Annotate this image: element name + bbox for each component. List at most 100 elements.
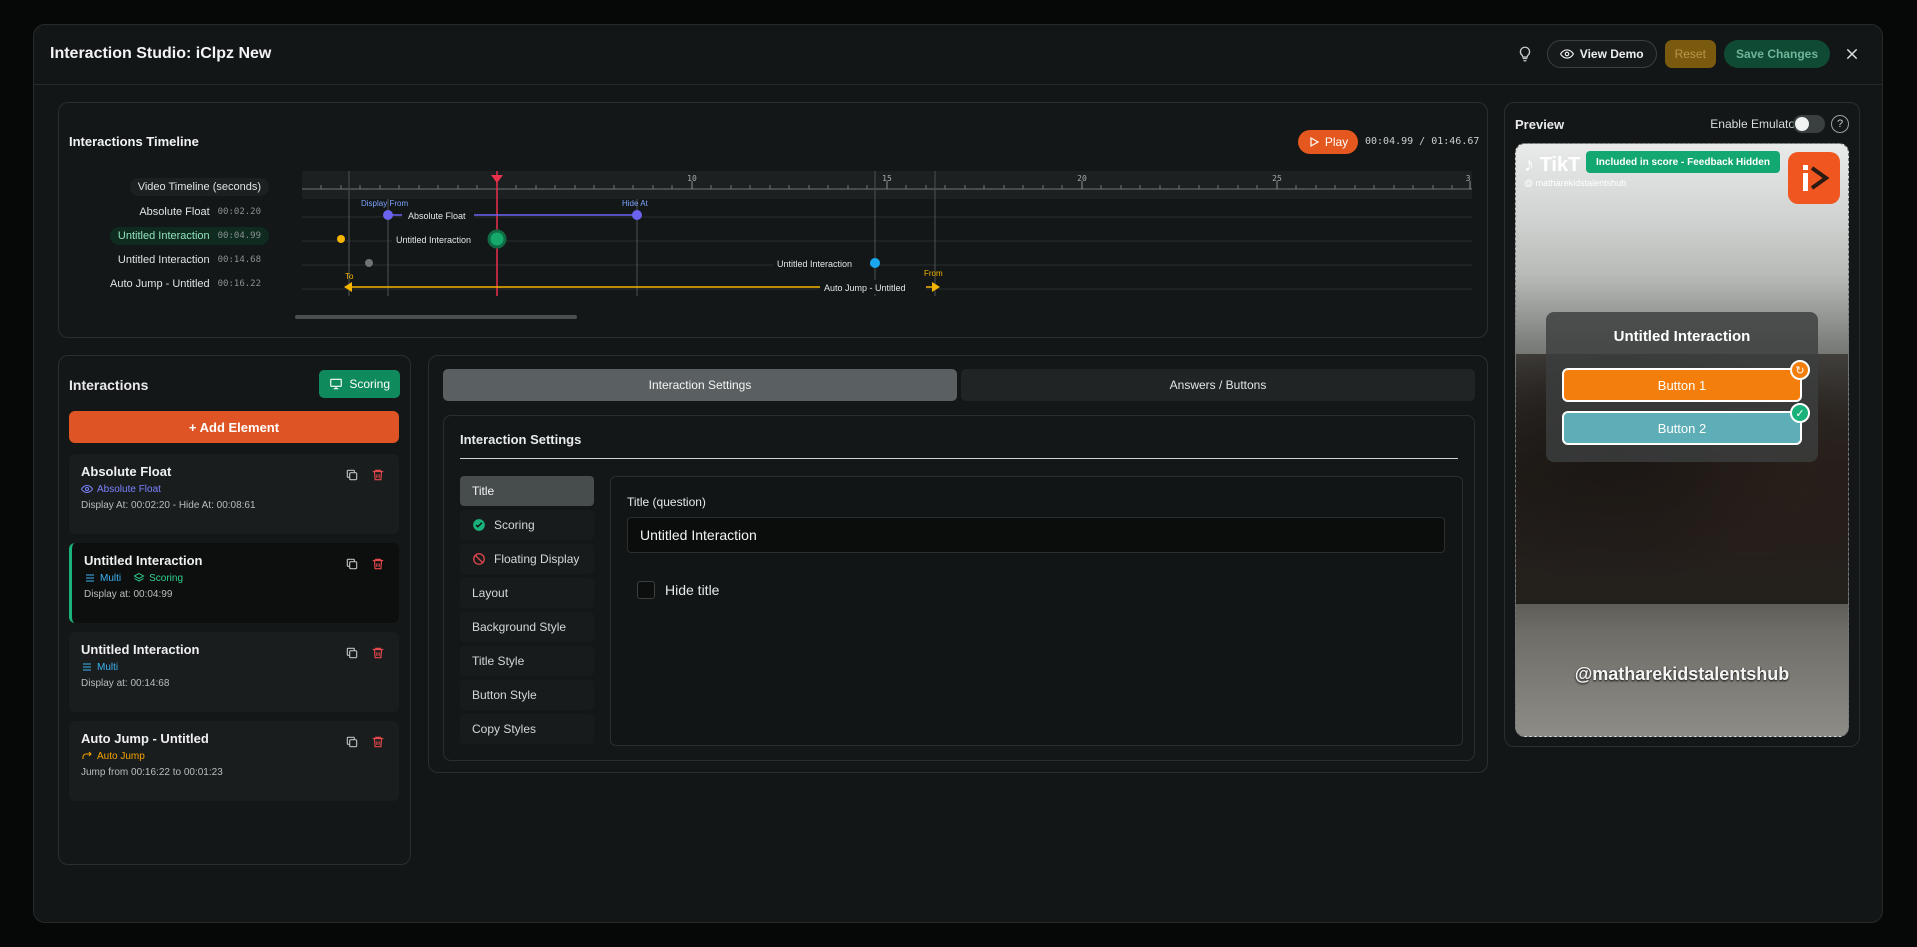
scoring-label: Scoring [349, 377, 390, 391]
jump-from-label: From [924, 269, 943, 278]
copy-icon[interactable] [345, 557, 359, 571]
trash-icon[interactable] [371, 557, 385, 571]
view-demo-button[interactable]: View Demo [1546, 40, 1657, 68]
hide-title-checkbox[interactable] [637, 581, 655, 599]
untitled-2-marker [870, 258, 880, 268]
tab-interaction-settings[interactable]: Interaction Settings [443, 369, 957, 401]
save-changes-button[interactable]: Save Changes [1723, 40, 1830, 68]
timeline-scrollbar[interactable] [295, 315, 577, 319]
eye-icon [1559, 49, 1574, 59]
hide-at-label: Hide At [622, 199, 649, 208]
scoring-button[interactable]: Scoring [319, 370, 400, 398]
interaction-card-absolute-float[interactable]: Absolute Float Absolute Float Display At… [69, 454, 399, 534]
add-element-button[interactable]: + Add Element [69, 411, 399, 443]
card-subtitle: Display at: 00:04:99 [84, 589, 173, 600]
tab-answers-buttons[interactable]: Answers / Buttons [961, 369, 1475, 401]
interactions-title: Interactions [69, 377, 149, 393]
ruler-tick-15: 15 [882, 174, 892, 183]
tiktok-handle: @ matharekidstalentshub [1524, 178, 1627, 188]
timeline-row-auto-jump[interactable]: Auto Jump - Untitled 00:16.22 [102, 275, 269, 293]
scoring-icon [133, 572, 145, 582]
menu-item-layout[interactable]: Layout [460, 578, 594, 608]
interaction-studio-modal: Interaction Studio: iClpz New View Demo … [33, 24, 1883, 923]
menu-item-background-style[interactable]: Background Style [460, 612, 594, 642]
emulator-toggle[interactable] [1793, 115, 1825, 133]
video-preview[interactable]: ♪ TikT @ matharekidstalentshub Included … [1515, 143, 1849, 737]
hide-title-label: Hide title [665, 582, 720, 598]
check-icon: ✓ [1790, 403, 1810, 423]
menu-item-title[interactable]: Title [460, 476, 594, 506]
title-form: Title (question) Untitled Interaction Hi… [610, 476, 1463, 746]
jump-from-arrow [932, 282, 940, 292]
divider [460, 458, 1458, 459]
ruler-tick-10: 10 [687, 174, 697, 183]
hide-at-handle [632, 210, 642, 220]
play-button[interactable]: Play [1298, 130, 1358, 154]
menu-item-button-style[interactable]: Button Style [460, 680, 594, 710]
timeline-row-untitled-2[interactable]: Untitled Interaction 00:14.68 [110, 251, 269, 269]
modal-header: Interaction Studio: iClpz New View Demo … [34, 25, 1882, 85]
ruler-label: Video Timeline (seconds) [129, 178, 269, 196]
list-icon [83, 663, 91, 671]
interaction-overlay: Untitled Interaction Button 1 ↻ Button 2… [1546, 312, 1818, 462]
title-input[interactable]: Untitled Interaction [627, 517, 1445, 553]
settings-panel: Interaction Settings Answers / Buttons I… [428, 355, 1488, 773]
card-tag-auto-jump: Auto Jump [81, 750, 145, 762]
timeline-row-absolute-float[interactable]: Absolute Float 00:02.20 [131, 203, 269, 221]
trash-icon[interactable] [371, 646, 385, 660]
trash-icon[interactable] [371, 735, 385, 749]
close-icon[interactable] [1838, 40, 1866, 68]
interaction-card-untitled-2[interactable]: Untitled Interaction Multi Display at: 0… [69, 632, 399, 712]
card-tag-multi: Multi [84, 572, 121, 584]
trash-icon[interactable] [371, 468, 385, 482]
copy-icon[interactable] [345, 735, 359, 749]
play-icon [1310, 136, 1320, 148]
card-title: Auto Jump - Untitled [81, 731, 209, 746]
interaction-card-untitled-1[interactable]: Untitled Interaction Multi Scoring Displ… [69, 543, 399, 623]
card-subtitle: Display At: 00:02:20 - Hide At: 00:08:61 [81, 500, 256, 511]
interaction-card-auto-jump[interactable]: Auto Jump - Untitled Auto Jump Jump from… [69, 721, 399, 801]
help-icon[interactable]: ? [1831, 115, 1849, 133]
timeline-time: 00:04.99 / 01:46.67 [1365, 136, 1480, 147]
copy-icon[interactable] [345, 646, 359, 660]
card-tag: Absolute Float [81, 483, 161, 495]
untitled-2-prev-dot [365, 259, 373, 267]
overlay-title: Untitled Interaction [1613, 328, 1751, 345]
preview-title: Preview [1515, 117, 1565, 132]
hide-title-row[interactable]: Hide title [637, 581, 719, 599]
emulator-label: Enable Emulator [1710, 117, 1799, 131]
check-circle-icon [473, 519, 485, 531]
brand-logo-icon [1788, 152, 1840, 204]
settings-side-menu: Title Scoring Floating Display Layout Ba… [460, 476, 594, 748]
reset-button[interactable]: Reset [1664, 40, 1716, 68]
header-actions: View Demo Reset Save Changes [1511, 40, 1866, 68]
timeline-canvas[interactable]: 5 10 15 20 25 3 Display From Hide At Abs… [302, 171, 1472, 301]
untitled-1-bar-label: Untitled Interaction [396, 235, 471, 245]
display-from-label: Display From [361, 199, 408, 208]
timeline-row-untitled-1[interactable]: Untitled Interaction 00:04.99 [109, 227, 269, 245]
untitled-1-marker [487, 229, 507, 249]
menu-item-title-style[interactable]: Title Style [460, 646, 594, 676]
timeline-title: Interactions Timeline [69, 134, 199, 149]
prohibited-icon [473, 553, 485, 565]
menu-item-copy-styles[interactable]: Copy Styles [460, 714, 594, 744]
refresh-icon: ↻ [1790, 360, 1810, 380]
jump-to-arrow [344, 282, 352, 292]
card-subtitle: Jump from 00:16:22 to 00:01:23 [81, 767, 223, 778]
view-demo-label: View Demo [1579, 47, 1644, 61]
menu-item-floating-display[interactable]: Floating Display [460, 544, 594, 574]
score-badge: Included in score - Feedback Hidden [1586, 151, 1780, 173]
title-field-label: Title (question) [627, 495, 706, 509]
overlay-button-1[interactable]: Button 1 ↻ [1562, 360, 1810, 402]
untitled-2-bar-label: Untitled Interaction [777, 259, 852, 269]
overlay-button-2[interactable]: Button 2 ✓ [1562, 403, 1810, 445]
settings-tabs: Interaction Settings Answers / Buttons [443, 369, 1475, 401]
menu-item-scoring[interactable]: Scoring [460, 510, 594, 540]
settings-content: Interaction Settings Title Scoring Float… [443, 415, 1475, 761]
lightbulb-icon[interactable] [1511, 40, 1539, 68]
scoreboard-icon [330, 378, 343, 390]
card-tag-multi: Multi [81, 661, 118, 673]
ruler-tick-30: 3 [1466, 174, 1471, 183]
copy-icon[interactable] [345, 468, 359, 482]
jump-to-label: To [345, 272, 354, 281]
